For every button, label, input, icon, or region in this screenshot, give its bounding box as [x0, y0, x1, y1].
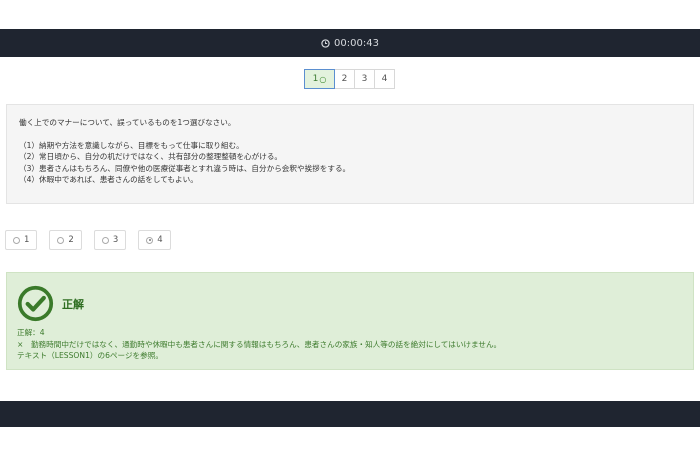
choice-label: 3: [112, 235, 119, 245]
timer-text: 00:00:43: [334, 37, 379, 49]
page-button-1[interactable]: 1 ○: [304, 69, 335, 89]
timer-bar: 00:00:43: [0, 29, 700, 57]
answer-choice-2[interactable]: 2: [49, 230, 82, 250]
result-panel: 正解 正解：4 × 勤務時間中だけではなく、通勤時や休暇中も患者さんに関する情報…: [6, 272, 694, 370]
question-option: （3）患者さんはもちろん、同僚や他の医療従事者とすれ違う時は、自分から会釈や挨拶…: [19, 163, 351, 173]
radio-button[interactable]: [101, 236, 109, 244]
answer-choice-3[interactable]: 3: [93, 230, 127, 250]
question-prompt: 働く上でのマナーについて、誤っているものを1つ選びなさい。: [19, 118, 236, 127]
page-label: 1: [312, 74, 319, 84]
choice-label: 2: [68, 235, 74, 245]
question-option: （4）休暇中であれば、患者さんの話をしてもよい。: [19, 175, 198, 184]
footer-bar: [0, 401, 700, 427]
answer-choices: 1 2 3 4: [5, 230, 171, 250]
correct-answer: 正解：4: [17, 328, 45, 337]
result-title: 正解: [62, 297, 84, 311]
clock-icon: [321, 38, 330, 48]
question-option: （2）常日頃から、自分の机だけではなく、共有部分の整理整頓を心がける。: [19, 152, 283, 161]
page-button-4[interactable]: 4: [374, 69, 395, 89]
radio-button-selected[interactable]: [146, 236, 154, 244]
question-pager: 1 ○ 2 3 4: [304, 69, 395, 89]
check-circle-icon: [17, 285, 54, 322]
choice-label: 1: [24, 235, 30, 245]
radio-button[interactable]: [57, 236, 65, 244]
answer-choice-1[interactable]: 1: [5, 230, 38, 250]
explanation-text: × 勤務時間中だけではなく、通勤時や休暇中も患者さんに関する情報はもちろん、患者…: [17, 339, 502, 349]
question-panel: 働く上でのマナーについて、誤っているものを1つ選びなさい。 （1）納期や方法を意…: [6, 104, 694, 204]
radio-button[interactable]: [13, 236, 20, 244]
answer-choice-4[interactable]: 4: [138, 230, 171, 250]
answered-mark: ○: [319, 74, 327, 84]
choice-label: 4: [157, 235, 163, 245]
question-option: （1）納期や方法を意識しながら、目標をもって仕事に取り組む。: [19, 140, 244, 150]
page-button-3[interactable]: 3: [354, 69, 375, 89]
page-button-2[interactable]: 2: [334, 69, 355, 89]
reference-text: テキスト（LESSON1）の6ページを参照。: [17, 351, 163, 360]
